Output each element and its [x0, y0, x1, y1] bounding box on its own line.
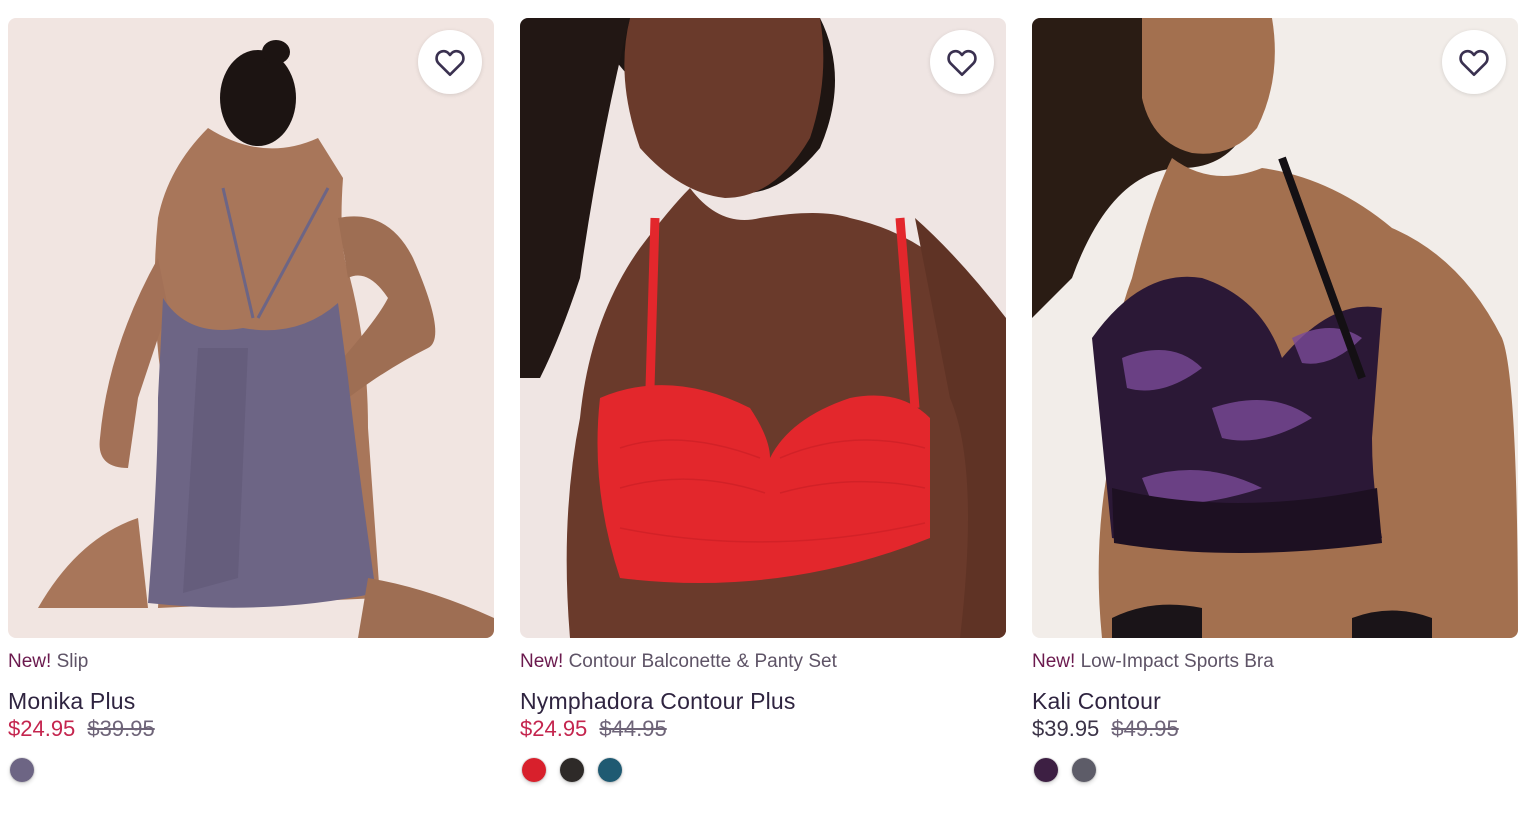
product-photo-slip	[38, 40, 494, 638]
color-swatches	[520, 758, 1006, 782]
color-swatches	[1032, 758, 1518, 782]
product-card[interactable]: New! Low-Impact Sports Bra Kali Contour …	[1032, 18, 1518, 782]
product-card[interactable]: New! Contour Balconette & Panty Set Nymp…	[520, 18, 1006, 782]
new-badge: New!	[1032, 651, 1076, 672]
new-badge: New!	[8, 651, 52, 672]
product-card[interactable]: New! Slip Monika Plus $24.95 $39.95	[8, 18, 494, 782]
product-image[interactable]	[1032, 18, 1518, 638]
original-price: $49.95	[1111, 716, 1179, 741]
color-swatches	[8, 758, 494, 782]
color-swatch[interactable]	[10, 758, 34, 782]
current-price: $24.95	[520, 716, 588, 741]
product-tag-line: New! Contour Balconette & Panty Set	[520, 650, 1006, 674]
product-category: Low-Impact Sports Bra	[1080, 651, 1274, 672]
product-name[interactable]: Nymphadora Contour Plus	[520, 688, 1006, 714]
original-price: $39.95	[87, 716, 155, 741]
current-price: $24.95	[8, 716, 76, 741]
product-category: Contour Balconette & Panty Set	[568, 651, 837, 672]
product-image[interactable]	[520, 18, 1006, 638]
heart-outline-icon	[947, 49, 977, 76]
heart-outline-icon	[435, 49, 465, 76]
color-swatch[interactable]	[1034, 758, 1058, 782]
color-swatch[interactable]	[1072, 758, 1096, 782]
product-tag-line: New! Slip	[8, 650, 494, 674]
heart-outline-icon	[1459, 49, 1489, 76]
product-prices: $39.95 $49.95	[1032, 716, 1518, 742]
product-category: Slip	[56, 651, 89, 672]
new-badge: New!	[520, 651, 564, 672]
favorite-button[interactable]	[418, 30, 482, 94]
color-swatch[interactable]	[560, 758, 584, 782]
product-prices: $24.95 $39.95	[8, 716, 494, 742]
color-swatch[interactable]	[522, 758, 546, 782]
current-price: $39.95	[1032, 716, 1100, 741]
product-name[interactable]: Kali Contour	[1032, 688, 1518, 714]
product-grid: New! Slip Monika Plus $24.95 $39.95 New!…	[0, 0, 1532, 826]
product-photo-sports-bra	[1032, 18, 1518, 638]
product-photo-balconette	[520, 18, 1006, 638]
original-price: $44.95	[599, 716, 667, 741]
color-swatch[interactable]	[598, 758, 622, 782]
favorite-button[interactable]	[1442, 30, 1506, 94]
product-prices: $24.95 $44.95	[520, 716, 1006, 742]
product-name[interactable]: Monika Plus	[8, 688, 494, 714]
product-tag-line: New! Low-Impact Sports Bra	[1032, 650, 1518, 674]
favorite-button[interactable]	[930, 30, 994, 94]
product-image[interactable]	[8, 18, 494, 638]
